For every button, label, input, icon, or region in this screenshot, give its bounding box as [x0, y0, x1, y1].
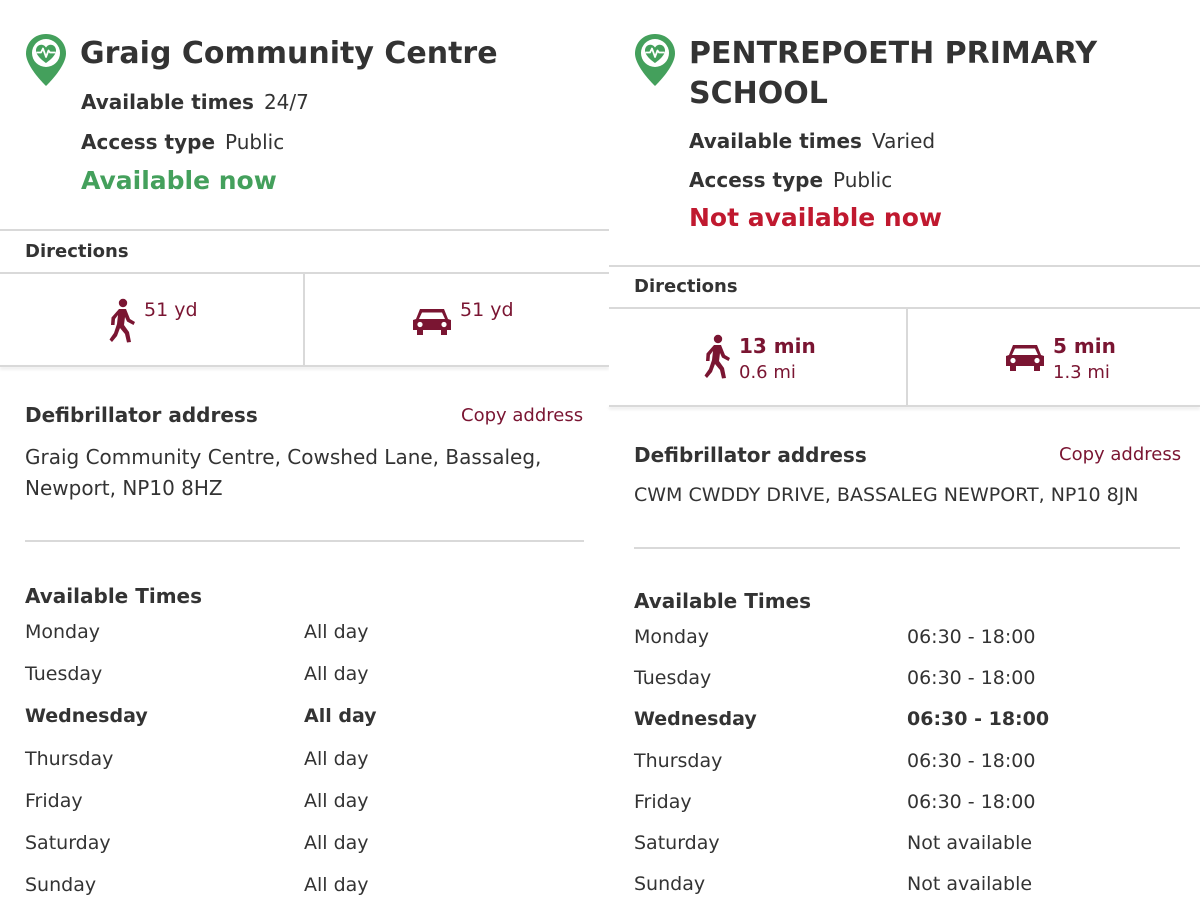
available-times-row: Available times 24/7	[81, 89, 309, 115]
car-icon	[412, 306, 452, 336]
walking-directions-button[interactable]: 51 yd	[108, 298, 198, 344]
available-times-row: Available times Varied	[689, 128, 935, 154]
address-text: Graig Community Centre, Cowshed Lane, Ba…	[25, 442, 541, 504]
times-hours: 06:30 - 18:00	[907, 749, 1036, 772]
available-times-label: Available times	[689, 129, 862, 153]
times-day: Tuesday	[634, 667, 712, 690]
defibrillator-card-right: PENTREPOETH PRIMARY SCHOOL Available tim…	[609, 0, 1200, 908]
copy-address-link[interactable]: Copy address	[1059, 443, 1181, 467]
access-type-row: Access type Public	[689, 167, 892, 193]
divider	[609, 265, 1200, 267]
location-title-line: SCHOOL	[689, 76, 828, 111]
times-day: Saturday	[25, 832, 111, 854]
times-day: Saturday	[634, 832, 720, 854]
times-hours: Not available	[907, 832, 1033, 854]
divider	[906, 309, 908, 406]
available-times-list: Monday 06:30 - 18:00 Tuesday 06:30 - 18:00 W…	[634, 625, 1180, 900]
times-day: Friday	[25, 789, 83, 812]
times-day: Monday	[25, 621, 101, 643]
divider	[634, 547, 1180, 549]
map-pin-heart-icon	[633, 32, 677, 88]
times-day: Wednesday	[634, 708, 757, 731]
defibrillator-card-left: Graig Community Centre Available times 24…	[0, 0, 609, 908]
walking-directions-button[interactable]: 13 min 0.6 mi	[703, 334, 816, 385]
address-line: Graig Community Centre, Cowshed Lane, Ba…	[25, 445, 542, 469]
driving-distance: 51 yd	[460, 299, 514, 321]
divider	[609, 405, 1200, 407]
available-times-heading: Available Times	[25, 584, 203, 608]
driving-time: 5 min	[1053, 334, 1116, 358]
times-hours: All day	[304, 747, 369, 770]
access-type-label: Access type	[81, 130, 216, 154]
location-title: PENTREPOETH PRIMARY SCHOOL	[689, 34, 1097, 114]
times-day: Wednesday	[25, 705, 148, 728]
times-hours: All day	[304, 705, 377, 728]
times-day: Friday	[634, 790, 692, 813]
address-heading: Defibrillator address	[634, 443, 867, 467]
times-hours: Not available	[907, 873, 1033, 896]
times-hours: All day	[304, 789, 369, 812]
available-times-heading: Available Times	[634, 589, 812, 613]
times-day: Tuesday	[25, 663, 103, 686]
address-line: CWM CWDDY DRIVE, BASSALEG NEWPORT, NP10 …	[634, 484, 1139, 506]
available-times-list: Monday All day Tuesday All day Wednesday All …	[25, 620, 585, 900]
times-hours: All day	[304, 832, 369, 854]
access-type-value: Public	[225, 130, 285, 154]
divider	[25, 540, 584, 542]
access-type-row: Access type Public	[81, 129, 284, 155]
driving-directions-button[interactable]: 51 yd	[412, 298, 514, 336]
copy-address-link[interactable]: Copy address	[461, 404, 583, 428]
divider	[0, 365, 609, 367]
directions-label: Directions	[634, 276, 738, 297]
times-day: Thursday	[634, 749, 723, 772]
divider	[609, 307, 1200, 309]
times-day: Sunday	[634, 873, 706, 896]
times-hours: 06:30 - 18:00	[907, 708, 1050, 731]
access-type-value: Public	[833, 168, 893, 192]
availability-status: Not available now	[689, 203, 942, 232]
times-hours: All day	[304, 874, 369, 897]
available-times-value: Varied	[871, 129, 936, 153]
walking-time: 13 min	[739, 334, 816, 358]
walking-person-icon	[108, 298, 136, 344]
access-type-label: Access type	[689, 168, 824, 192]
address-heading: Defibrillator address	[25, 403, 258, 427]
availability-status: Available now	[81, 166, 277, 195]
divider	[0, 229, 609, 231]
walking-distance: 51 yd	[144, 299, 198, 321]
times-day: Monday	[634, 626, 710, 648]
driving-distance: 1.3 mi	[1053, 362, 1110, 383]
driving-directions-button[interactable]: 5 min 1.3 mi	[1005, 334, 1116, 385]
times-hours: 06:30 - 18:00	[907, 790, 1036, 813]
available-times-label: Available times	[81, 90, 254, 114]
times-day: Thursday	[25, 747, 114, 770]
car-icon	[1005, 342, 1045, 372]
map-pin-heart-icon	[24, 32, 68, 88]
address-line: Newport, NP10 8HZ	[25, 476, 223, 500]
times-hours: 06:30 - 18:00	[907, 626, 1036, 648]
divider	[303, 274, 305, 366]
directions-label: Directions	[25, 241, 129, 262]
walking-distance: 0.6 mi	[739, 362, 796, 383]
location-title: Graig Community Centre	[80, 36, 498, 71]
times-hours: All day	[304, 663, 369, 686]
times-hours: 06:30 - 18:00	[907, 667, 1036, 690]
location-title-line: PENTREPOETH PRIMARY	[689, 36, 1098, 71]
address-text: CWM CWDDY DRIVE, BASSALEG NEWPORT, NP10 …	[634, 480, 1139, 511]
times-hours: All day	[304, 621, 369, 643]
times-day: Sunday	[25, 874, 97, 897]
walking-person-icon	[703, 334, 731, 380]
available-times-value: 24/7	[263, 90, 309, 114]
